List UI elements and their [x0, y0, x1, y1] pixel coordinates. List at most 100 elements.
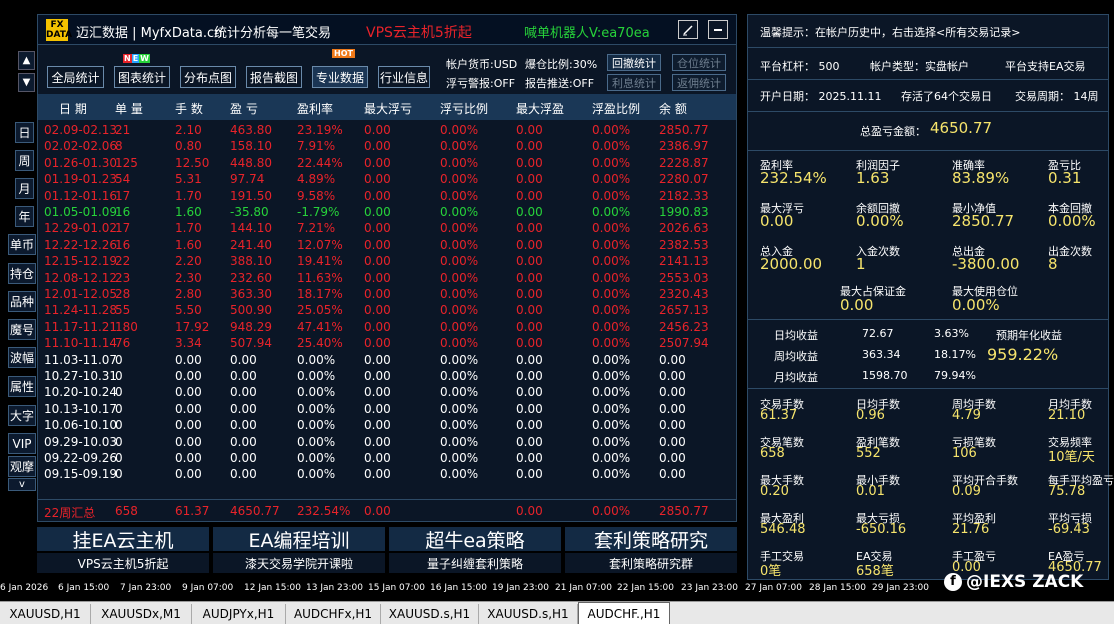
report-push[interactable]: 报告推送:OFF — [525, 75, 594, 91]
nav-more-button[interactable]: v — [8, 478, 36, 491]
table-row[interactable]: 09.29-10.03 0 0.00 0.00 0.00% 0.00 0.00% 0.00 0.… — [38, 435, 736, 451]
banner-sub-3[interactable]: 套利策略研究群 — [565, 553, 737, 573]
table-cell: 180 — [115, 319, 138, 334]
table-row[interactable]: 10.06-10.10 0 0.00 0.00 0.00% 0.00 0.00% 0.00 0.… — [38, 418, 736, 434]
nav-item-3[interactable]: 年 — [15, 206, 34, 227]
banner-1[interactable]: EA编程培训 — [213, 527, 385, 552]
table-row[interactable]: 11.03-11.07 0 0.00 0.00 0.00% 0.00 0.00% 0.00 0.… — [38, 353, 736, 369]
symbol-tab-3[interactable]: AUDCHFx,H1 — [286, 604, 381, 624]
table-cell: 1990.83 — [659, 205, 709, 219]
table-cell: 11.10-11.14 — [44, 336, 118, 351]
table-row[interactable]: 10.27-10.31 0 0.00 0.00 0.00% 0.00 0.00% 0.00 0.… — [38, 369, 736, 385]
stats-panel: FX DATA 迈汇数据 | MyfxData.cn 统计分析每一笔交易 VPS云… — [37, 14, 737, 522]
table-row[interactable]: 12.22-12.26 16 1.60 241.40 12.07% 0.00 0.00% 0.… — [38, 238, 736, 254]
table-row[interactable]: 12.01-12.05 28 2.80 363.30 18.17% 0.00 0.00% 0.… — [38, 287, 736, 303]
table-row[interactable]: 12.08-12.12 23 2.30 232.60 11.63% 0.00 0.00% 0.… — [38, 271, 736, 287]
table-cell: 0.00 — [230, 369, 257, 383]
table-row[interactable]: 10.20-10.24 0 0.00 0.00 0.00% 0.00 0.00% 0.00 0.… — [38, 385, 736, 401]
edit-icon[interactable] — [678, 20, 698, 39]
symbol-tab-1[interactable]: XAUUSDx,M1 — [91, 604, 192, 624]
column-header-1[interactable]: 单 量 — [115, 100, 143, 117]
symbol-tab-5[interactable]: XAUUSD.s,H1 — [479, 604, 578, 624]
table-cell: 0.00 — [516, 123, 543, 137]
symbol-tab-2[interactable]: AUDJPYx,H1 — [192, 604, 286, 624]
table-row[interactable]: 10.13-10.17 0 0.00 0.00 0.00% 0.00 0.00% 0.00 0.… — [38, 402, 736, 418]
table-cell: 7.21% — [297, 221, 336, 236]
column-header-2[interactable]: 手 数 — [175, 100, 203, 117]
column-header-3[interactable]: 盈 亏 — [230, 100, 258, 117]
table-row[interactable]: 11.10-11.14 76 3.34 507.94 25.40% 0.00 0.00% 0.… — [38, 336, 736, 352]
nav-item-2[interactable]: 月 — [15, 178, 34, 199]
avg-pct: 79.94% — [934, 369, 976, 382]
robot-link[interactable]: 喊单机器人V:ea70ea — [524, 22, 650, 41]
nav-item-5[interactable]: 持仓 — [8, 263, 36, 284]
banner-sub-0[interactable]: VPS云主机5折起 — [37, 553, 209, 573]
table-cell: 09.22-09.26 — [44, 451, 118, 465]
global-stats-button[interactable]: 全局统计 — [47, 66, 104, 88]
nav-item-4[interactable]: 单币 — [8, 234, 36, 255]
table-row[interactable]: 02.09-02.13 21 2.10 463.80 23.19% 0.00 0.00% 0.… — [38, 123, 736, 139]
symbol-tab-0[interactable]: XAUUSD,H1 — [0, 604, 91, 624]
distribution-chart-button[interactable]: 分布点图 — [180, 66, 236, 88]
column-header-4[interactable]: 盈利率 — [297, 100, 333, 117]
symbol-tab-6[interactable]: AUDCHF.,H1 — [578, 602, 670, 624]
table-row[interactable]: 01.05-01.09 16 1.60 -35.80 -1.79% 0.00 0.00% 0.… — [38, 205, 736, 221]
table-row[interactable]: 01.26-01.30 125 12.50 448.80 22.44% 0.00 0.00%… — [38, 156, 736, 172]
nav-item-12[interactable]: 观摩 — [8, 456, 36, 477]
table-row[interactable]: 11.24-11.28 55 5.50 500.90 25.05% 0.00 0.00% 0.… — [38, 303, 736, 319]
rebate-stats-button[interactable]: 返佣统计 — [672, 74, 726, 91]
vps-promo-link[interactable]: VPS云主机5折起 — [366, 22, 472, 42]
column-header-0[interactable]: 日 期 — [59, 100, 87, 117]
table-row[interactable]: 12.29-01.02 17 1.70 144.10 7.21% 0.00 0.00% 0.0… — [38, 221, 736, 237]
column-header-7[interactable]: 最大浮盈 — [516, 100, 564, 117]
interest-stats-button[interactable]: 利息统计 — [607, 74, 661, 91]
minimize-icon[interactable] — [708, 20, 728, 39]
table-row[interactable]: 11.17-11.21 180 17.92 948.29 47.41% 0.00 0.00%… — [38, 320, 736, 336]
float-loss-alert[interactable]: 浮亏警报:OFF — [446, 75, 515, 91]
symbol-tab-4[interactable]: XAUUSD.s,H1 — [381, 604, 479, 624]
table-row[interactable]: 02.02-02.06 8 0.80 158.10 7.91% 0.00 0.00% 0.00… — [38, 139, 736, 155]
watermark: f @IEXS ZACK — [944, 572, 1083, 592]
banner-3[interactable]: 套利策略研究 — [565, 527, 737, 552]
column-header-5[interactable]: 最大浮亏 — [364, 100, 412, 117]
column-header-9[interactable]: 余 额 — [659, 100, 687, 117]
table-row[interactable]: 01.19-01.23 54 5.31 97.74 4.89% 0.00 0.00% 0.00… — [38, 172, 736, 188]
banner-sub-2[interactable]: 量子纠缠套利策略 — [389, 553, 561, 573]
table-cell: 0 — [115, 401, 123, 416]
column-header-6[interactable]: 浮亏比例 — [440, 100, 488, 117]
nav-item-11[interactable]: VIP — [8, 433, 36, 454]
table-cell: 23 — [115, 270, 131, 285]
table-cell: 0.00% — [440, 369, 479, 383]
chart-stats-button[interactable]: 图表统计 — [114, 66, 170, 88]
nav-item-7[interactable]: 魔号 — [8, 319, 36, 340]
table-row[interactable]: 01.12-01.16 17 1.70 191.50 9.58% 0.00 0.00% 0.0… — [38, 189, 736, 205]
nav-item-6[interactable]: 品种 — [8, 291, 36, 312]
scroll-down-button[interactable]: ▼ — [18, 73, 35, 92]
g2-value: 0.01 — [856, 484, 885, 499]
table-row[interactable]: 09.15-09.19 0 0.00 0.00 0.00% 0.00 0.00% 0.00 0.… — [38, 467, 736, 483]
table-cell: 0.00 — [659, 434, 686, 449]
table-cell: 0.00 — [659, 352, 686, 367]
nav-item-0[interactable]: 日 — [15, 122, 34, 143]
column-header-8[interactable]: 浮盈比例 — [592, 100, 640, 117]
table-row[interactable]: 12.15-12.19 22 2.20 388.10 19.41% 0.00 0.00% 0.… — [38, 254, 736, 270]
nav-item-10[interactable]: 大字 — [8, 405, 36, 426]
banner-sub-1[interactable]: 漆天交易学院开课啦 — [213, 553, 385, 573]
title-bar: FX DATA 迈汇数据 | MyfxData.cn 统计分析每一笔交易 VPS云… — [38, 15, 736, 45]
nav-item-9[interactable]: 属性 — [8, 376, 36, 397]
banner-0[interactable]: 挂EA云主机 — [37, 527, 209, 552]
nav-item-8[interactable]: 波幅 — [8, 347, 36, 368]
table-cell: 12.01-12.05 — [44, 287, 118, 301]
table-cell: 10.06-10.10 — [44, 418, 118, 433]
banner-2[interactable]: 超牛ea策略 — [389, 527, 561, 552]
pro-data-button[interactable]: 专业数据 — [312, 66, 368, 88]
industry-info-button[interactable]: 行业信息 — [378, 66, 430, 88]
table-cell: 01.26-01.30 — [44, 155, 118, 170]
report-screenshot-button[interactable]: 报告截图 — [246, 66, 302, 88]
position-stats-button[interactable]: 仓位统计 — [672, 54, 726, 71]
table-cell: 09.29-10.03 — [44, 434, 118, 449]
drawdown-stats-button[interactable]: 回撤统计 — [607, 54, 661, 71]
nav-item-1[interactable]: 周 — [15, 150, 34, 171]
scroll-up-button[interactable]: ▲ — [18, 51, 35, 70]
table-row[interactable]: 09.22-09.26 0 0.00 0.00 0.00% 0.00 0.00% 0.00 0.… — [38, 451, 736, 467]
